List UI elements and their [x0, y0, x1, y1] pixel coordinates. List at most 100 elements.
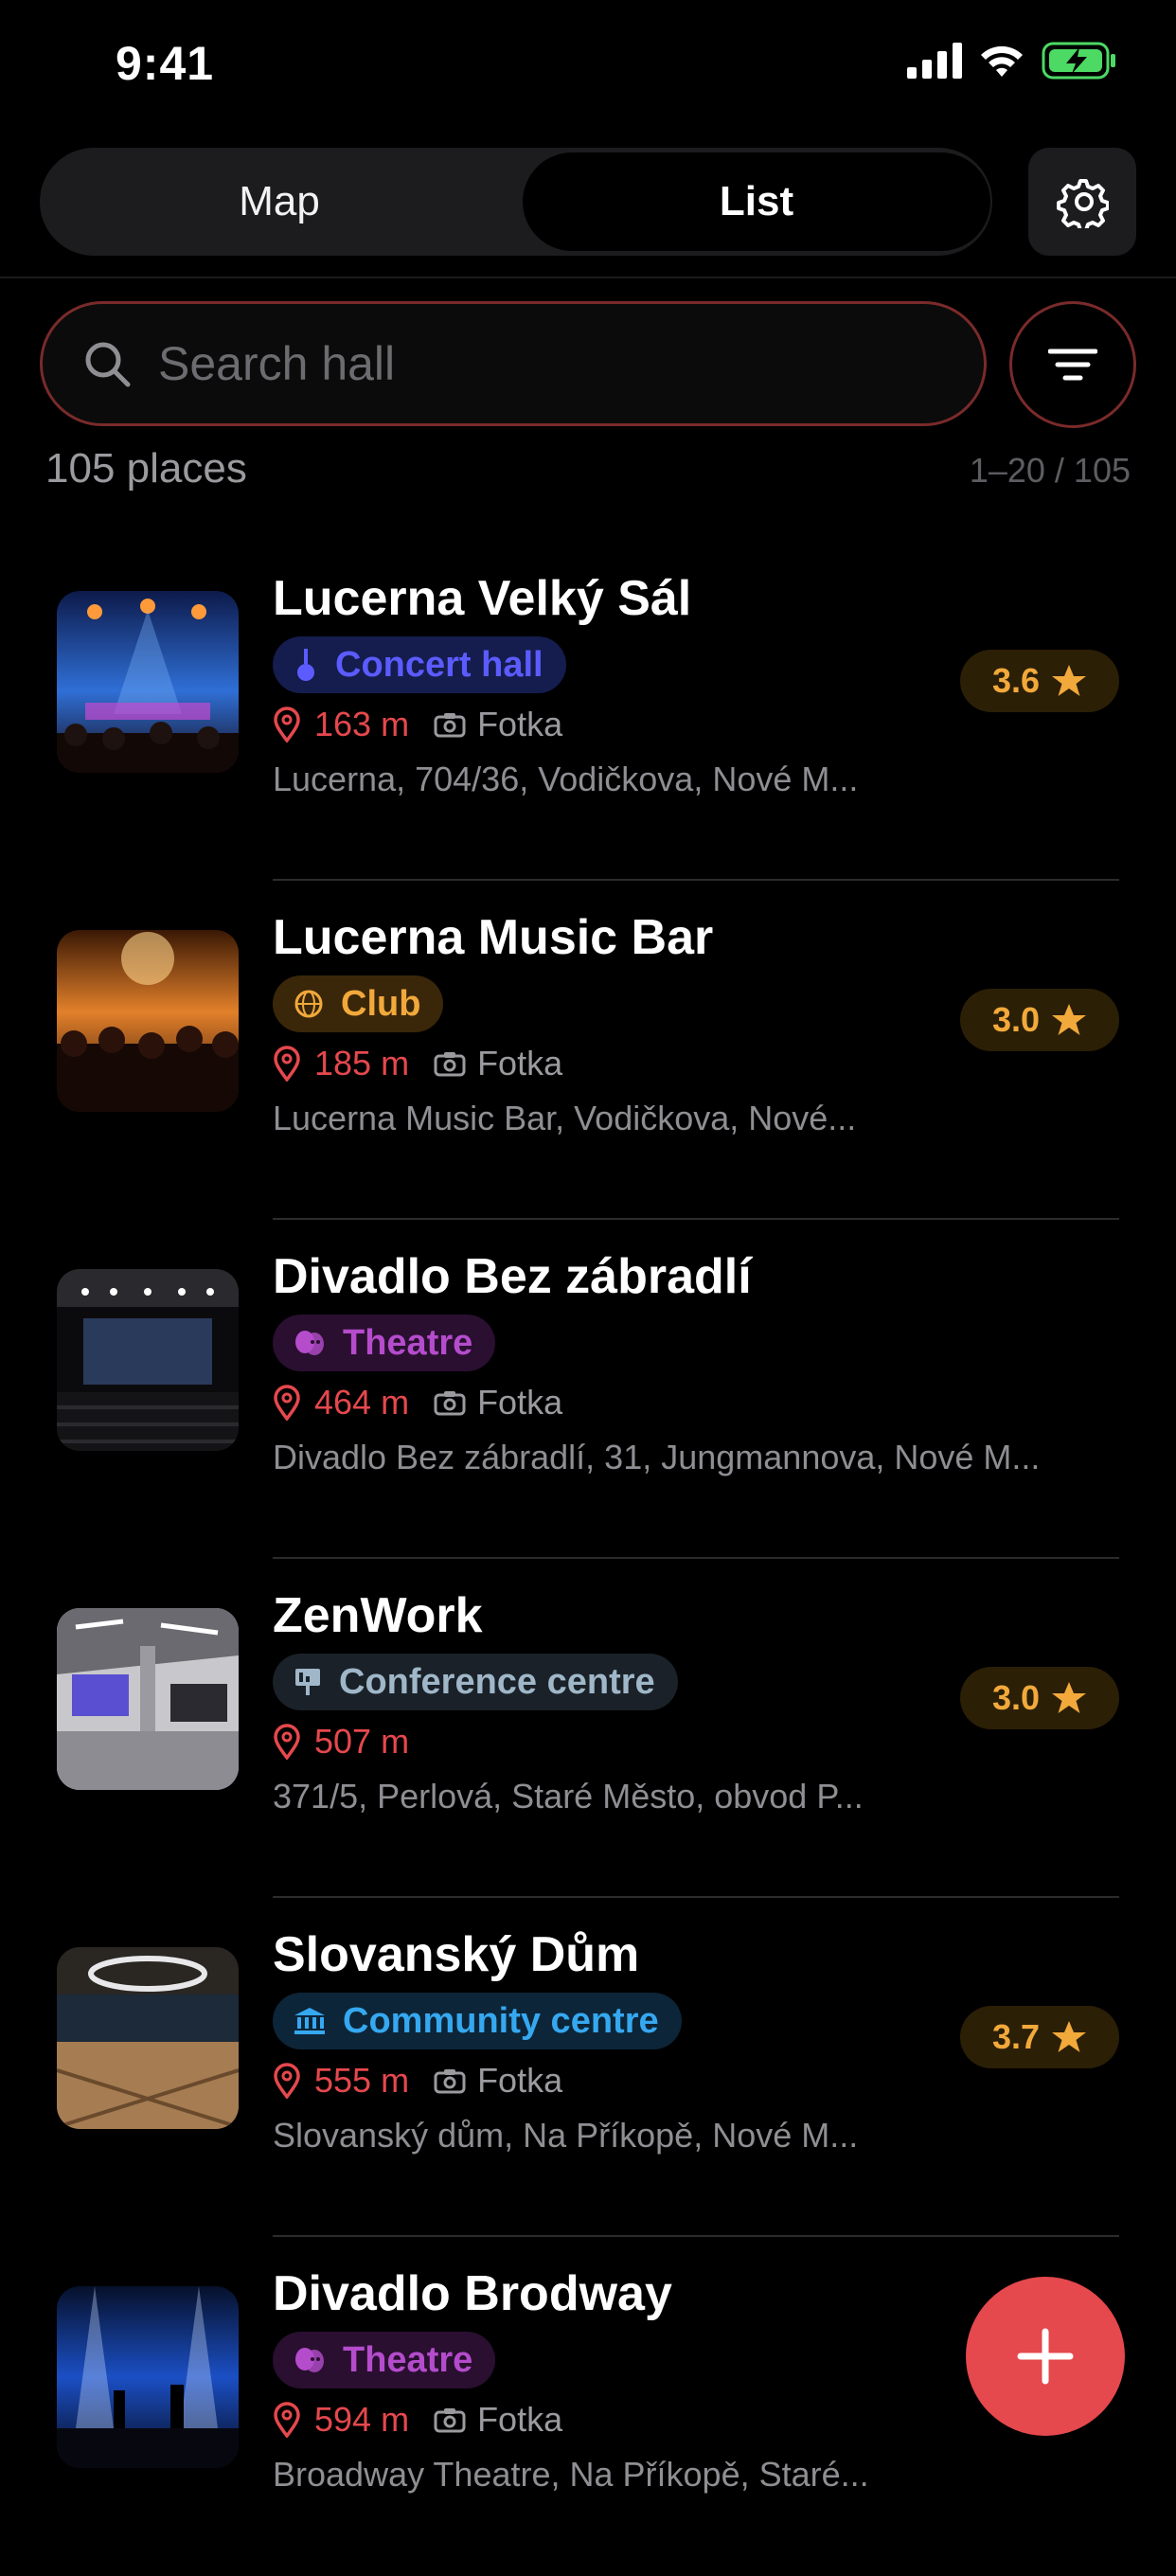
add-venue-button[interactable]	[966, 2277, 1125, 2436]
rating-badge: 3.7	[960, 2006, 1119, 2068]
category-chip: Club	[273, 975, 444, 1032]
venue-thumbnail	[57, 930, 239, 1112]
list-item[interactable]: Slovanský Dům Community centre 555 m Fot…	[0, 1898, 1176, 2237]
presentation-icon	[294, 1667, 322, 1697]
rating-value: 3.0	[991, 1000, 1041, 1039]
pagination-label: 1–20 / 105	[969, 451, 1131, 490]
tab-list[interactable]: List	[523, 152, 990, 251]
category-label: Theatre	[343, 2339, 473, 2380]
theatre-masks-icon	[294, 2346, 326, 2374]
status-bar: 9:41	[0, 0, 1176, 133]
category-chip: Theatre	[273, 2332, 496, 2388]
distance-label: 185 m	[314, 1044, 410, 1082]
rating-badge: 3.0	[960, 1667, 1119, 1729]
filter-button[interactable]	[1009, 301, 1136, 428]
wifi-icon	[981, 45, 1023, 77]
venue-thumbnail	[57, 591, 239, 773]
venue-address: Broadway Theatre, Na Příkopě, Staré...	[273, 2455, 869, 2494]
photo-label: Fotka	[477, 1044, 563, 1082]
star-icon	[1052, 1682, 1087, 1713]
distance-label: 555 m	[314, 2061, 410, 2100]
photo-label: Fotka	[477, 705, 563, 743]
photo-label: Fotka	[477, 1383, 563, 1422]
settings-button[interactable]	[1028, 148, 1136, 256]
filter-icon	[1048, 349, 1097, 381]
list-item[interactable]: ZenWork Conference centre 507 m 371/5, P…	[0, 1559, 1176, 1898]
venue-meta: 464 m Fotka	[273, 1383, 562, 1422]
venue-name: Divadlo Bez zábradlí	[273, 1249, 752, 1304]
venue-name: Lucerna Velký Sál	[273, 571, 692, 626]
category-label: Theatre	[343, 1322, 473, 1363]
plus-icon	[1017, 2328, 1074, 2385]
venue-list: Lucerna Velký Sál Concert hall 163 m Fot…	[0, 542, 1176, 2576]
category-label: Community centre	[343, 2000, 659, 2041]
venue-meta: 185 m Fotka	[273, 1044, 562, 1083]
theatre-masks-icon	[294, 1329, 326, 1357]
venue-thumbnail	[57, 1947, 239, 2129]
gear-icon	[1057, 179, 1109, 228]
rating-badge: 3.0	[960, 989, 1119, 1051]
search-input[interactable]	[156, 335, 936, 392]
rating-value: 3.7	[991, 2017, 1041, 2056]
category-chip: Community centre	[273, 1993, 682, 2049]
view-mode-segmented-control: Map List	[40, 148, 992, 256]
tab-map[interactable]: Map	[40, 148, 519, 256]
camera-icon	[434, 1052, 466, 1077]
venue-name: Slovanský Dům	[273, 1927, 640, 1982]
status-time: 9:41	[116, 37, 215, 90]
category-chip: Theatre	[273, 1315, 496, 1371]
camera-icon	[434, 1391, 466, 1416]
distance-label: 464 m	[314, 1383, 410, 1422]
status-icons	[907, 42, 1117, 80]
venue-address: 371/5, Perlová, Staré Město, obvod P...	[273, 1777, 864, 1816]
venue-thumbnail	[57, 1269, 239, 1451]
venue-name: Divadlo Brodway	[273, 2266, 672, 2321]
category-chip: Conference centre	[273, 1654, 678, 1710]
signal-icon	[907, 43, 962, 79]
venue-thumbnail	[57, 2286, 239, 2468]
star-icon	[1052, 665, 1087, 696]
venue-address: Divadlo Bez zábradlí, 31, Jungmannova, N…	[273, 1438, 1041, 1476]
building-icon	[294, 2007, 326, 2035]
venue-meta: 594 m Fotka	[273, 2400, 562, 2440]
distance-label: 594 m	[314, 2400, 410, 2439]
venue-thumbnail	[57, 1608, 239, 1790]
venue-meta: 507 m	[273, 1722, 434, 1762]
rating-value: 3.0	[991, 1678, 1041, 1717]
venue-address: Slovanský dům, Na Příkopě, Nové M...	[273, 2116, 859, 2155]
rating-value: 3.6	[991, 661, 1041, 700]
search-field[interactable]	[40, 301, 987, 426]
category-label: Conference centre	[339, 1661, 655, 1702]
list-item[interactable]: Lucerna Music Bar Club 185 m Fotka Lucer…	[0, 881, 1176, 1220]
venue-name: Lucerna Music Bar	[273, 910, 714, 965]
venue-name: ZenWork	[273, 1588, 483, 1643]
venue-address: Lucerna, 704/36, Vodičkova, Nové M...	[273, 760, 859, 798]
photo-label: Fotka	[477, 2400, 563, 2439]
star-icon	[1052, 1004, 1087, 1035]
category-label: Concert hall	[335, 644, 543, 685]
guitar-icon	[294, 649, 318, 681]
distance-label: 163 m	[314, 705, 410, 743]
location-pin-icon	[274, 2063, 300, 2099]
photo-label: Fotka	[477, 2061, 563, 2100]
venue-address: Lucerna Music Bar, Vodičkova, Nové...	[273, 1099, 857, 1137]
location-pin-icon	[274, 707, 300, 742]
camera-icon	[434, 2408, 466, 2433]
distance-label: 507 m	[314, 1722, 410, 1761]
list-item[interactable]: Lucerna Velký Sál Concert hall 163 m Fot…	[0, 542, 1176, 881]
camera-icon	[434, 2069, 466, 2094]
places-count: 105 places	[45, 445, 247, 492]
location-pin-icon	[274, 1724, 300, 1760]
category-chip: Concert hall	[273, 636, 566, 693]
location-pin-icon	[274, 1385, 300, 1421]
star-icon	[1052, 2021, 1087, 2052]
rating-badge: 3.6	[960, 650, 1119, 712]
camera-icon	[434, 713, 466, 738]
search-icon	[82, 339, 132, 388]
venue-meta: 163 m Fotka	[273, 705, 562, 744]
location-pin-icon	[274, 1046, 300, 1082]
battery-charging-icon	[1042, 42, 1115, 80]
list-item[interactable]: Divadlo Bez zábradlí Theatre 464 m Fotka…	[0, 1220, 1176, 1559]
location-pin-icon	[274, 2402, 300, 2438]
header-divider	[0, 277, 1176, 278]
